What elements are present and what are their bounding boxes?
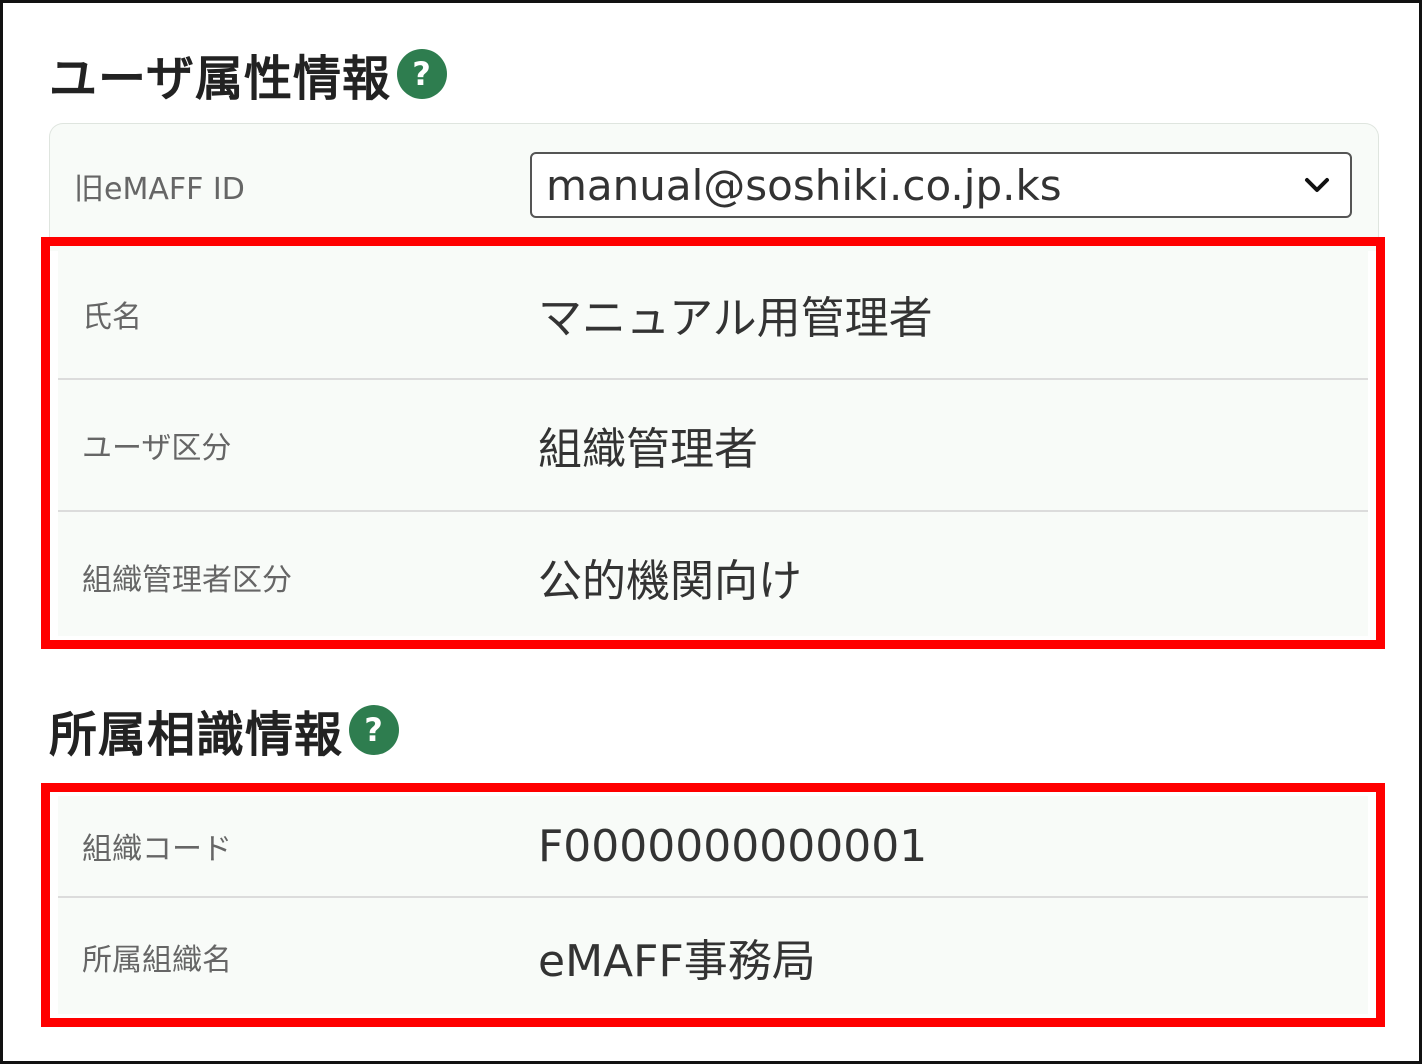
organization-heading: 所属相識情報 ?	[49, 697, 400, 763]
table-row: 氏名 マニュアル用管理者	[58, 250, 1368, 378]
organization-highlight: 組織コード F0000000000001 所属組織名 eMAFF事務局	[41, 783, 1385, 1027]
user-type-label: ユーザ区分	[82, 431, 232, 466]
old-emaff-id-card: 旧eMAFF ID manual@soshiki.co.jp.ks	[49, 123, 1379, 251]
org-name-value: eMAFF事務局	[538, 936, 816, 987]
old-emaff-id-select[interactable]: manual@soshiki.co.jp.ks	[530, 152, 1352, 218]
name-label: 氏名	[82, 300, 142, 335]
old-emaff-id-label: 旧eMAFF ID	[74, 172, 245, 207]
table-row: ユーザ区分 組織管理者	[58, 380, 1368, 510]
name-value: マニュアル用管理者	[538, 293, 933, 344]
question-circle-icon[interactable]: ?	[349, 705, 400, 755]
panel-frame: ユーザ属性情報 ? 旧eMAFF ID manual@soshiki.co.jp…	[0, 0, 1422, 1064]
question-circle-icon[interactable]: ?	[397, 49, 448, 99]
old-emaff-id-selected-value: manual@soshiki.co.jp.ks	[546, 160, 1062, 210]
org-name-label: 所属組織名	[82, 943, 232, 978]
organization-title: 所属相識情報	[49, 707, 344, 763]
org-admin-type-value: 公的機関向け	[538, 556, 802, 607]
user-type-value: 組織管理者	[538, 424, 758, 475]
table-row: 組織管理者区分 公的機関向け	[58, 512, 1368, 642]
user-attributes-title: ユーザ属性情報	[49, 51, 392, 107]
table-row: 組織コード F0000000000001	[58, 796, 1368, 896]
organization-table: 組織コード F0000000000001 所属組織名 eMAFF事務局	[58, 796, 1368, 1014]
user-attributes-highlight: 氏名 マニュアル用管理者 ユーザ区分 組織管理者 組織管理者区分 公的機関向け	[41, 237, 1385, 649]
table-row: 所属組織名 eMAFF事務局	[58, 898, 1368, 1016]
old-emaff-id-row: 旧eMAFF ID manual@soshiki.co.jp.ks	[50, 124, 1378, 248]
org-code-value: F0000000000001	[538, 820, 928, 872]
chevron-down-icon	[1305, 178, 1329, 192]
user-attributes-heading: ユーザ属性情報 ?	[49, 41, 448, 107]
org-code-label: 組織コード	[82, 832, 232, 867]
user-attributes-table: 氏名 マニュアル用管理者 ユーザ区分 組織管理者 組織管理者区分 公的機関向け	[58, 250, 1368, 636]
org-admin-type-label: 組織管理者区分	[82, 563, 292, 598]
